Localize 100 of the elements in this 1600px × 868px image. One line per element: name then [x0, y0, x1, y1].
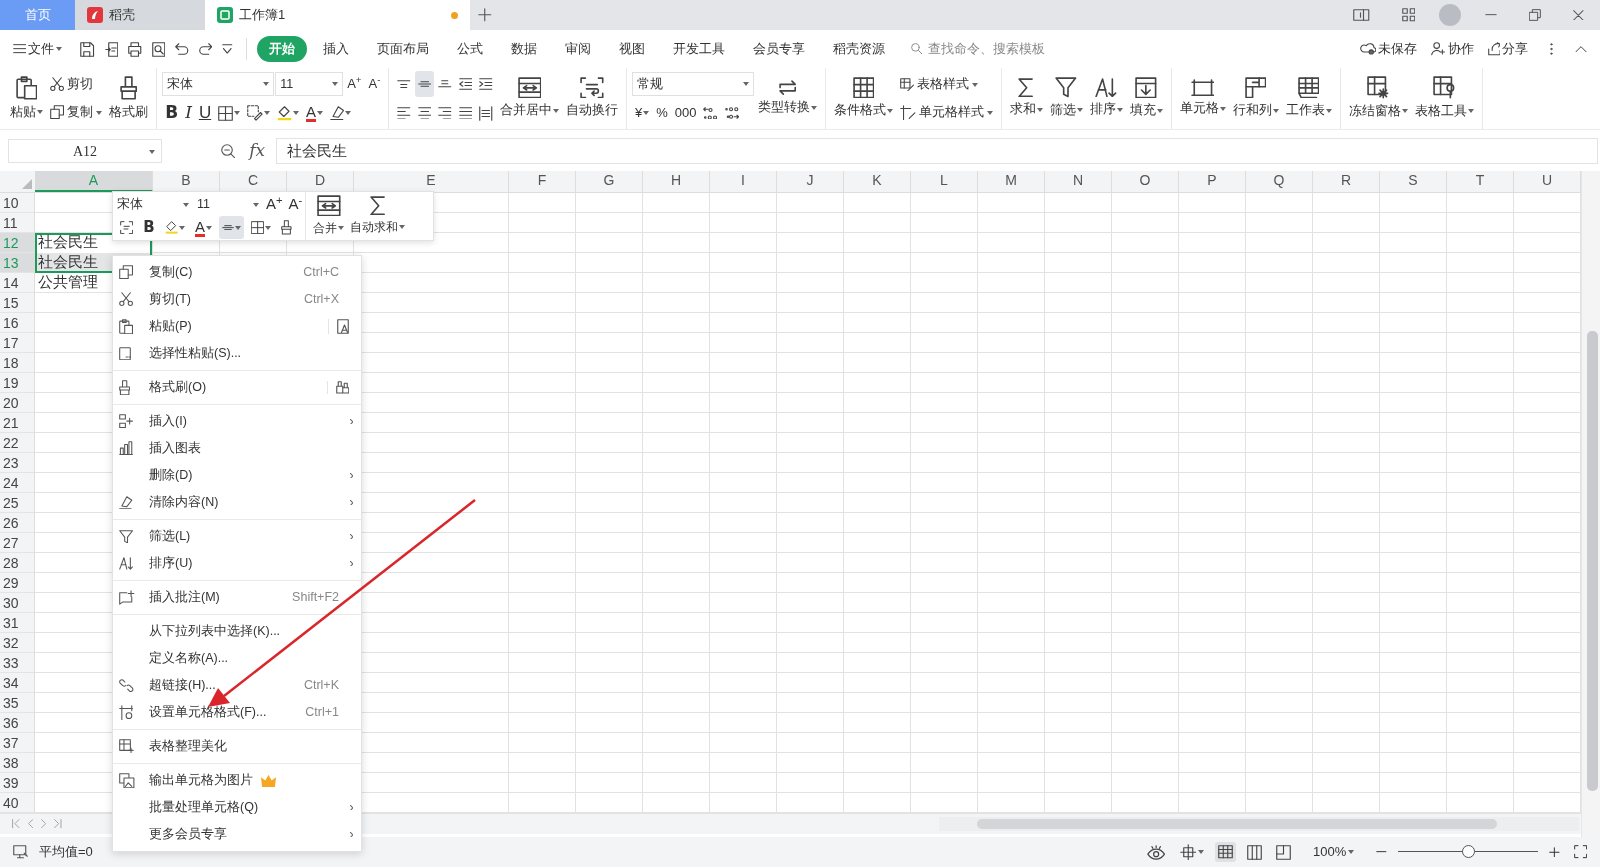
ribbon-tab[interactable]: 公式 [444, 36, 495, 62]
document-tab[interactable]: 稻壳 [75, 0, 205, 30]
menu-item[interactable]: 输出单元格为图片 [113, 767, 361, 794]
shrink-button[interactable]: A$^{-}$ [285, 193, 306, 216]
column-header[interactable]: J [777, 171, 844, 192]
row-header[interactable]: 39 [0, 773, 34, 793]
scrollbar-thumb[interactable] [977, 819, 1497, 829]
side-option-button[interactable] [328, 319, 349, 334]
sum-button[interactable]: 求和 [1006, 69, 1046, 128]
row-header[interactable]: 31 [0, 613, 34, 633]
font-color-button[interactable]: A [302, 100, 326, 126]
ribbon-tab[interactable]: 审阅 [552, 36, 603, 62]
thousands-button[interactable]: 000 [671, 100, 700, 126]
format-select[interactable]: 常规 [632, 72, 754, 96]
font-select[interactable]: 宋体 [162, 72, 275, 96]
side-option-button[interactable] [326, 381, 349, 394]
column-header[interactable]: K [844, 171, 911, 192]
row-header[interactable]: 23 [0, 453, 34, 473]
name-box[interactable]: A12 [8, 139, 162, 163]
column-header[interactable]: Q [1246, 171, 1313, 192]
menu-item[interactable]: 插入批注(M) Shift+F2 [113, 584, 361, 611]
row-header[interactable]: 35 [0, 693, 34, 713]
row-header[interactable]: 34 [0, 673, 34, 693]
row-header[interactable]: 24 [0, 473, 34, 493]
row-header[interactable]: 25 [0, 493, 34, 513]
menu-item[interactable]: 选择性粘贴(S)... [113, 340, 361, 367]
size-select[interactable]: 11 [275, 72, 344, 96]
collab-button[interactable]: 协作 [1428, 37, 1477, 61]
menu-item[interactable]: 筛选(L) [113, 523, 361, 550]
row-header[interactable]: 29 [0, 573, 34, 593]
column-header[interactable]: M [978, 171, 1045, 192]
grow-button[interactable]: A$^{+}$ [263, 193, 286, 216]
percent-button[interactable]: % [653, 100, 671, 126]
insert-function-button[interactable]: fx [246, 136, 269, 166]
column-header[interactable]: P [1179, 171, 1246, 192]
ribbon-tab[interactable]: 稻壳资源 [820, 36, 897, 62]
cut-button[interactable]: 剪切 [47, 71, 106, 98]
menu-item[interactable]: 从下拉列表中选择(K)... [113, 618, 361, 645]
column-header[interactable]: H [643, 171, 710, 192]
row-header[interactable]: 38 [0, 753, 34, 773]
zoom-in-button[interactable] [1546, 844, 1563, 860]
row-header[interactable]: 32 [0, 633, 34, 653]
horizontal-scrollbar[interactable] [939, 817, 1579, 831]
wrap-button[interactable]: 自动换行 [563, 69, 621, 128]
column-header[interactable]: G [576, 171, 643, 192]
cloud-button[interactable]: 未保存 [1356, 37, 1421, 61]
row-header[interactable]: 28 [0, 553, 34, 573]
menu-item[interactable]: 表格整理美化 [113, 733, 361, 760]
cells-button[interactable]: 单元格 [1176, 69, 1229, 128]
row-header[interactable]: 21 [0, 413, 34, 433]
column-header[interactable]: O [1112, 171, 1179, 192]
sort-button[interactable]: 排序 [1086, 69, 1126, 128]
row-header[interactable]: 20 [0, 393, 34, 413]
underline-button[interactable]: U [195, 100, 215, 126]
scrollbar-thumb[interactable] [1587, 331, 1598, 791]
row-header[interactable]: 30 [0, 593, 34, 613]
menu-item[interactable]: 超链接(H)... Ctrl+K [113, 672, 361, 699]
more-button[interactable] [1547, 41, 1556, 57]
menu-item[interactable]: 定义名称(A)... [113, 645, 361, 672]
column-header[interactable]: R [1313, 171, 1380, 192]
menu-item[interactable]: 批量处理单元格(Q) [113, 794, 361, 821]
font-color-button[interactable]: A [192, 216, 216, 239]
sum-button[interactable]: 自动求和 [347, 192, 409, 240]
ribbon-tab[interactable]: 页面布局 [364, 36, 441, 62]
menu-item[interactable]: 剪切(T) Ctrl+X [113, 286, 361, 313]
align-middle-button[interactable] [219, 216, 245, 239]
column-header[interactable]: T [1447, 171, 1514, 192]
share-button[interactable]: 分享 [1484, 37, 1532, 61]
ribbon-tab[interactable]: 会员专享 [740, 36, 817, 62]
italic-button[interactable]: I [182, 100, 195, 126]
row-header[interactable]: 37 [0, 733, 34, 753]
ribbon-tab[interactable]: 开发工具 [660, 36, 737, 62]
row-header[interactable]: 33 [0, 653, 34, 673]
menu-item[interactable]: 删除(D) [113, 462, 361, 489]
row-header[interactable]: 14 [0, 273, 34, 293]
cell-style-button[interactable]: 单元格样式 [897, 99, 996, 126]
row-header[interactable]: 36 [0, 713, 34, 733]
grow-button[interactable]: A$^{+}$ [344, 71, 365, 97]
merge-button[interactable]: 合并居中 [497, 69, 562, 128]
align-middle-button[interactable] [415, 71, 435, 97]
tools-button[interactable]: 表格工具 [1411, 69, 1477, 128]
document-tab[interactable]: 工作簿1 [205, 0, 470, 30]
fill-down-button[interactable]: 填充 [1126, 69, 1166, 128]
brush-button[interactable]: 格式刷 [106, 69, 152, 128]
rowcol-button[interactable]: 行和列 [1229, 69, 1282, 128]
menu-item[interactable]: 更多会员专享 [113, 821, 361, 848]
menu-item[interactable]: 粘贴(P) [113, 313, 361, 340]
menu-item[interactable]: 插入(I) [113, 408, 361, 435]
filter-button[interactable]: 筛选 [1046, 69, 1086, 128]
paste-button[interactable]: 粘贴 [7, 69, 46, 128]
row-header[interactable]: 27 [0, 533, 34, 553]
ribbon-tab[interactable]: 插入 [310, 36, 361, 62]
row-header[interactable]: 26 [0, 513, 34, 533]
copy-button[interactable]: 复制 [47, 99, 106, 126]
file-menu[interactable]: 文件 [10, 37, 66, 61]
shrink-button[interactable]: A$^{-}$ [365, 71, 384, 97]
row-header[interactable]: 15 [0, 293, 34, 313]
menu-item[interactable]: 排序(U) [113, 550, 361, 577]
menu-item[interactable]: 格式刷(O) [113, 374, 361, 401]
column-header[interactable]: I [710, 171, 777, 192]
